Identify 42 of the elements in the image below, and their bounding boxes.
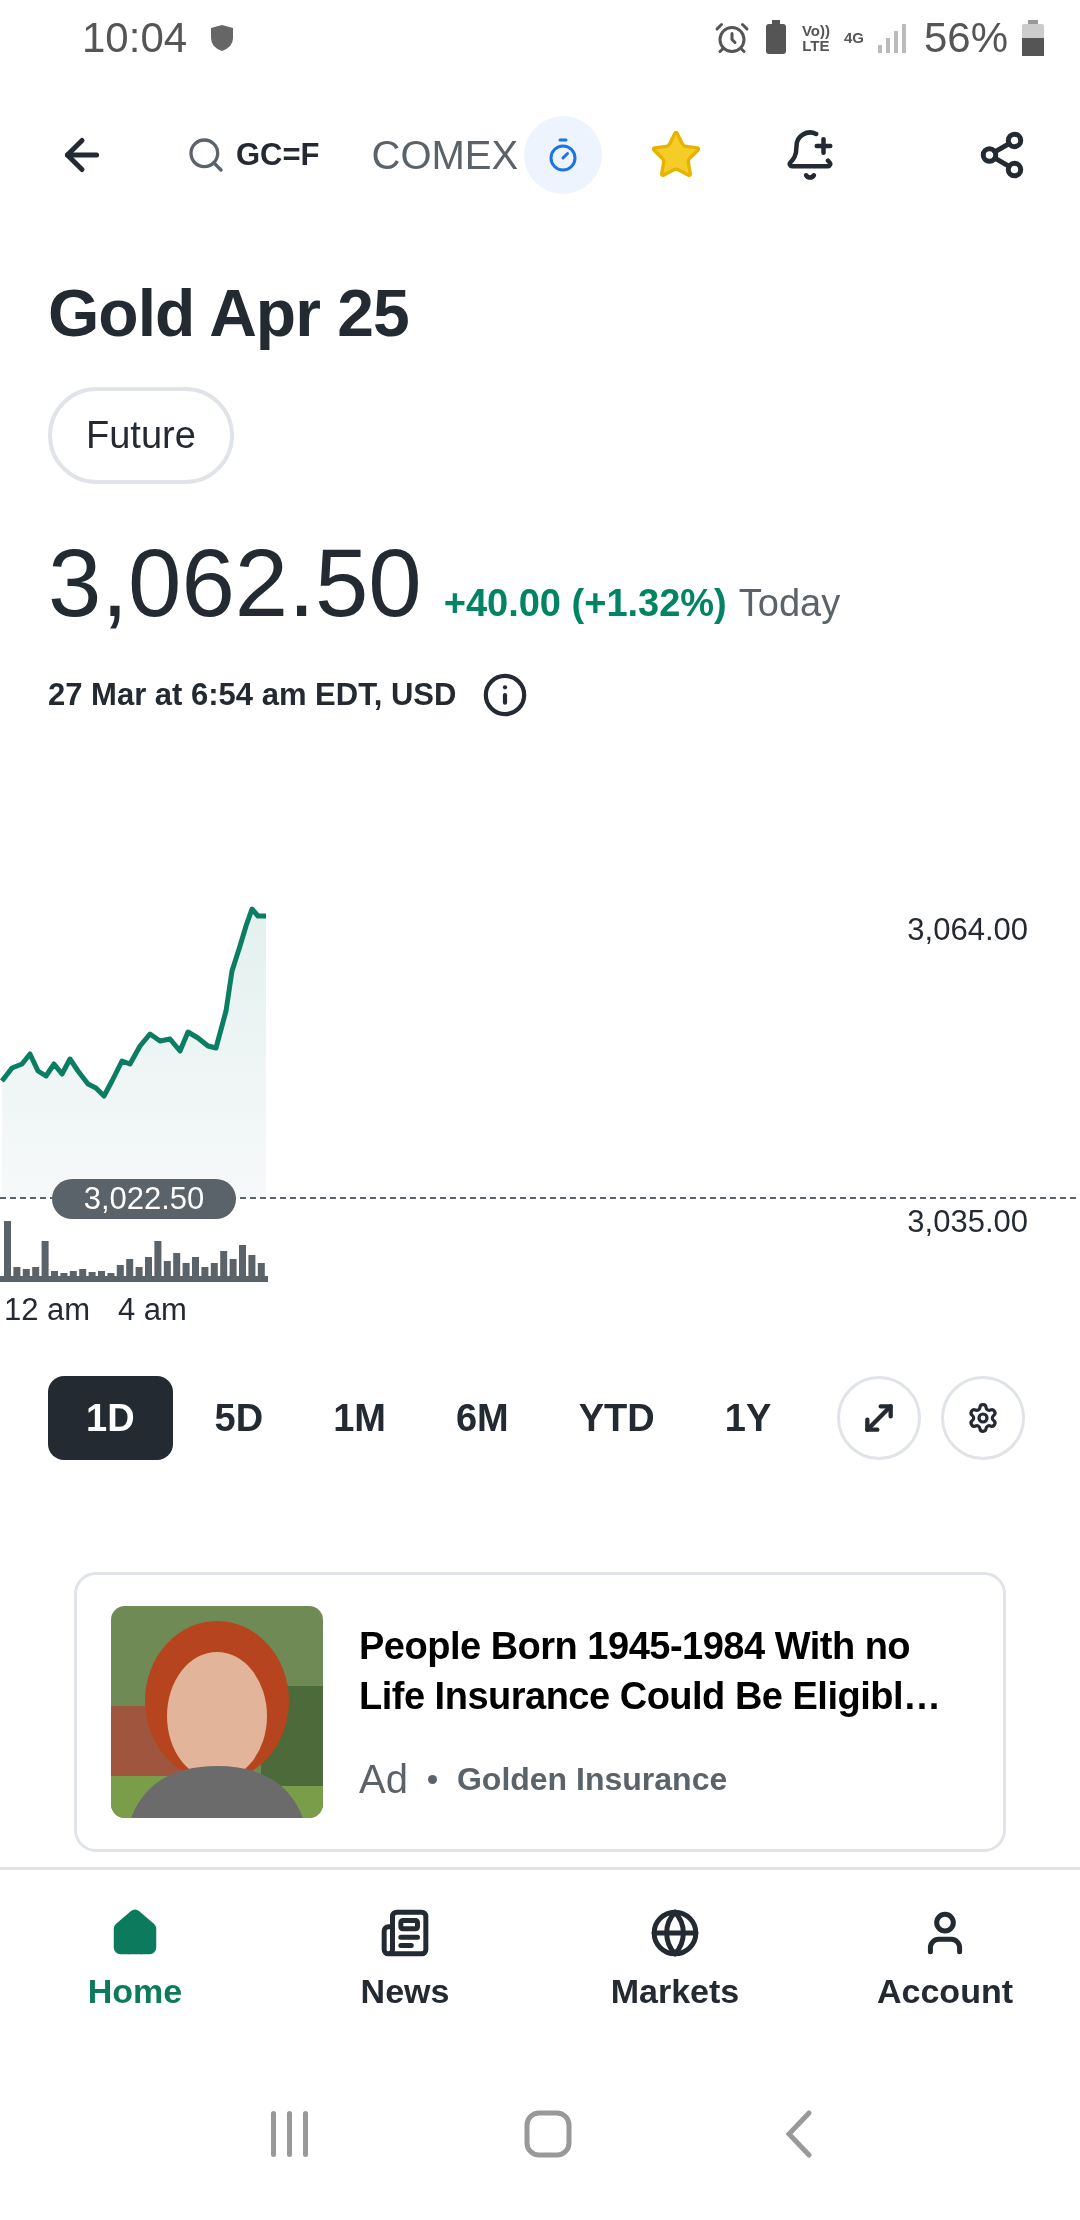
range-tab[interactable]: 5D	[186, 1376, 292, 1460]
settings-icon	[967, 1402, 1000, 1434]
shield-icon	[209, 23, 236, 52]
nav-tab[interactable]: Home	[0, 1870, 270, 2048]
ad-headline: People Born 1945-1984 With no Life Insurance Could Be Eligibl…	[359, 1624, 942, 1719]
nav-tab[interactable]: News	[270, 1870, 540, 2048]
search-button[interactable]: GC=F	[186, 135, 320, 175]
time-axis-label: 12 am	[4, 1292, 91, 1328]
newspaper-icon	[380, 1907, 430, 1958]
range-tab[interactable]: 1M	[305, 1376, 414, 1460]
previous-close-label: 3,022.50	[52, 1179, 236, 1219]
instrument-title: Gold Apr 25	[48, 275, 410, 351]
battery-percent: 56%	[923, 13, 1008, 62]
range-tab[interactable]: 6M	[427, 1376, 537, 1460]
price-change: +40.00 (+1.32%)	[443, 582, 727, 625]
ad-label: Ad	[359, 1756, 408, 1802]
change-period: Today	[738, 582, 841, 625]
status-time: 10:04	[82, 13, 188, 62]
range-tab[interactable]: 1Y	[696, 1376, 800, 1460]
range-tab[interactable]: YTD	[550, 1376, 683, 1460]
back-nav-icon[interactable]	[785, 2110, 814, 2158]
time-axis-label: 4 am	[118, 1292, 187, 1328]
home-button-icon[interactable]	[524, 2110, 572, 2158]
price: 3,062.50	[48, 528, 422, 638]
info-icon[interactable]	[482, 672, 529, 718]
ad-card[interactable]: People Born 1945-1984 With no Life Insurance Could Be Eligibl… Ad Golden Insurance	[74, 1572, 1006, 1852]
globe-icon	[650, 1907, 700, 1958]
price-axis-label: 3,064.00	[907, 912, 1028, 948]
volte-indicator: Vo)) LTE	[801, 22, 830, 53]
type-chip: Future	[48, 387, 234, 484]
battery-icon	[1022, 19, 1044, 56]
nav-tab[interactable]: Markets	[540, 1870, 810, 2048]
price-axis-label: 3,035.00	[907, 1204, 1028, 1240]
range-tab[interactable]: 1D	[48, 1376, 173, 1460]
exchange-label: COMEX	[371, 132, 519, 178]
quote-timestamp: 27 Mar at 6:54 am EDT, USD	[48, 677, 457, 713]
battery-saver-icon	[763, 19, 788, 56]
ad-sponsor: Golden Insurance	[456, 1760, 728, 1798]
search-icon	[186, 135, 226, 175]
separator-dot	[427, 1774, 437, 1784]
nav-tab[interactable]: Account	[810, 1870, 1080, 2048]
data-indicator: 4G	[843, 30, 864, 45]
